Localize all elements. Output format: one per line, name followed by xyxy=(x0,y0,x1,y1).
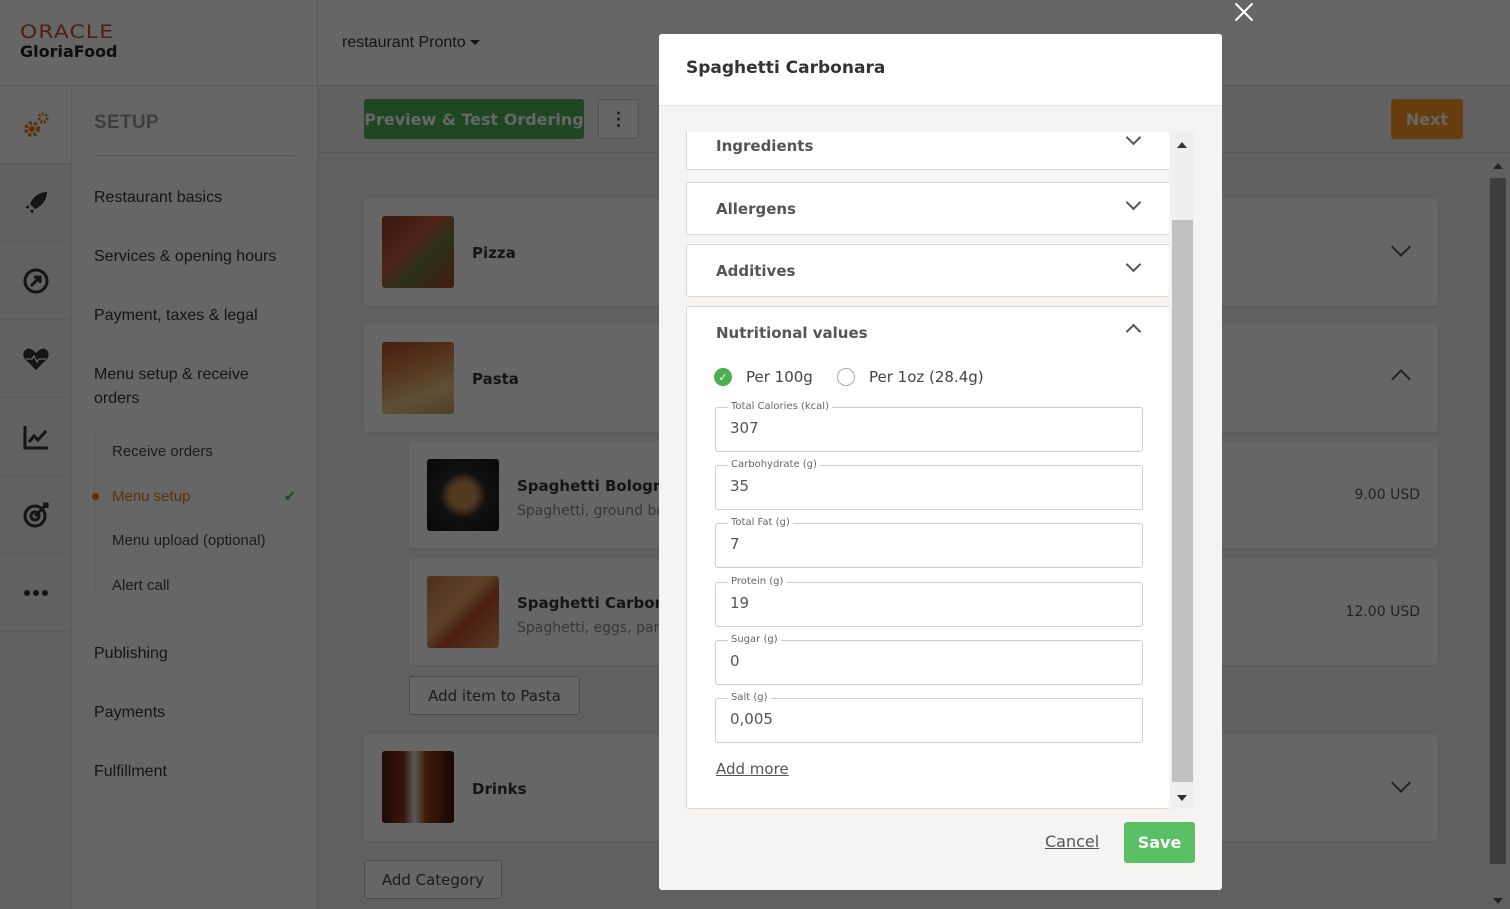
dialog-title: Spaghetti Carbonara xyxy=(659,34,1222,106)
total-fat-input[interactable] xyxy=(730,535,1120,553)
nutrition-dialog: Spaghetti Carbonara Ingredients Allergen… xyxy=(659,34,1222,890)
chevron-up-icon[interactable] xyxy=(1125,323,1142,340)
protein-input[interactable] xyxy=(730,594,1120,612)
radio-label: Per 1oz (28.4g) xyxy=(869,368,984,386)
section-ingredients[interactable]: Ingredients xyxy=(686,132,1169,170)
calories-input[interactable] xyxy=(730,419,1120,437)
sugar-input[interactable] xyxy=(730,652,1120,670)
field-label: Salt (g) xyxy=(728,691,771,705)
unit-per-1oz[interactable]: Per 1oz (28.4g) xyxy=(837,368,984,386)
calories-field[interactable]: Total Calories (kcal) xyxy=(715,400,1143,452)
total-fat-field[interactable]: Total Fat (g) xyxy=(715,516,1143,568)
close-icon[interactable] xyxy=(1232,0,1256,24)
radio-checked-icon: ✓ xyxy=(714,368,732,386)
radio-label: Per 100g xyxy=(746,368,813,386)
protein-field[interactable]: Protein (g) xyxy=(715,575,1143,627)
section-title: Allergens xyxy=(716,200,796,218)
field-label: Carbohydrate (g) xyxy=(728,458,820,472)
section-title[interactable]: Nutritional values xyxy=(716,324,868,342)
field-label: Sugar (g) xyxy=(728,633,781,647)
add-more-link[interactable]: Add more xyxy=(716,760,789,778)
cancel-button[interactable]: Cancel xyxy=(1045,832,1099,851)
section-additives[interactable]: Additives xyxy=(686,244,1169,297)
scroll-thumb[interactable] xyxy=(1172,220,1193,782)
section-allergens[interactable]: Allergens xyxy=(686,182,1169,235)
unit-per-100g[interactable]: ✓ Per 100g xyxy=(714,368,813,386)
section-nutritional-values: Nutritional values ✓ Per 100g Per 1oz (2… xyxy=(686,306,1169,809)
sugar-field[interactable]: Sugar (g) xyxy=(715,633,1143,685)
section-title: Additives xyxy=(716,262,796,280)
chevron-down-icon xyxy=(1125,194,1142,211)
save-button[interactable]: Save xyxy=(1124,822,1195,863)
scroll-down-icon[interactable] xyxy=(1177,795,1187,801)
app: ORACLE GloriaFood restaurant Pronto xyxy=(0,0,1510,909)
chevron-down-icon xyxy=(1125,132,1142,146)
scroll-up-icon[interactable] xyxy=(1177,142,1187,148)
field-label: Total Calories (kcal) xyxy=(728,400,832,414)
section-title: Ingredients xyxy=(716,137,814,155)
salt-field[interactable]: Salt (g) xyxy=(715,691,1143,743)
salt-input[interactable] xyxy=(730,710,1120,728)
dialog-body: Ingredients Allergens Additives Nutritio… xyxy=(686,132,1169,809)
carbohydrate-input[interactable] xyxy=(730,477,1120,495)
field-label: Protein (g) xyxy=(728,575,787,589)
carbohydrate-field[interactable]: Carbohydrate (g) xyxy=(715,458,1143,510)
dialog-scrollbar[interactable] xyxy=(1171,132,1194,809)
field-label: Total Fat (g) xyxy=(728,516,793,530)
radio-unchecked-icon xyxy=(837,368,855,386)
chevron-down-icon xyxy=(1125,256,1142,273)
